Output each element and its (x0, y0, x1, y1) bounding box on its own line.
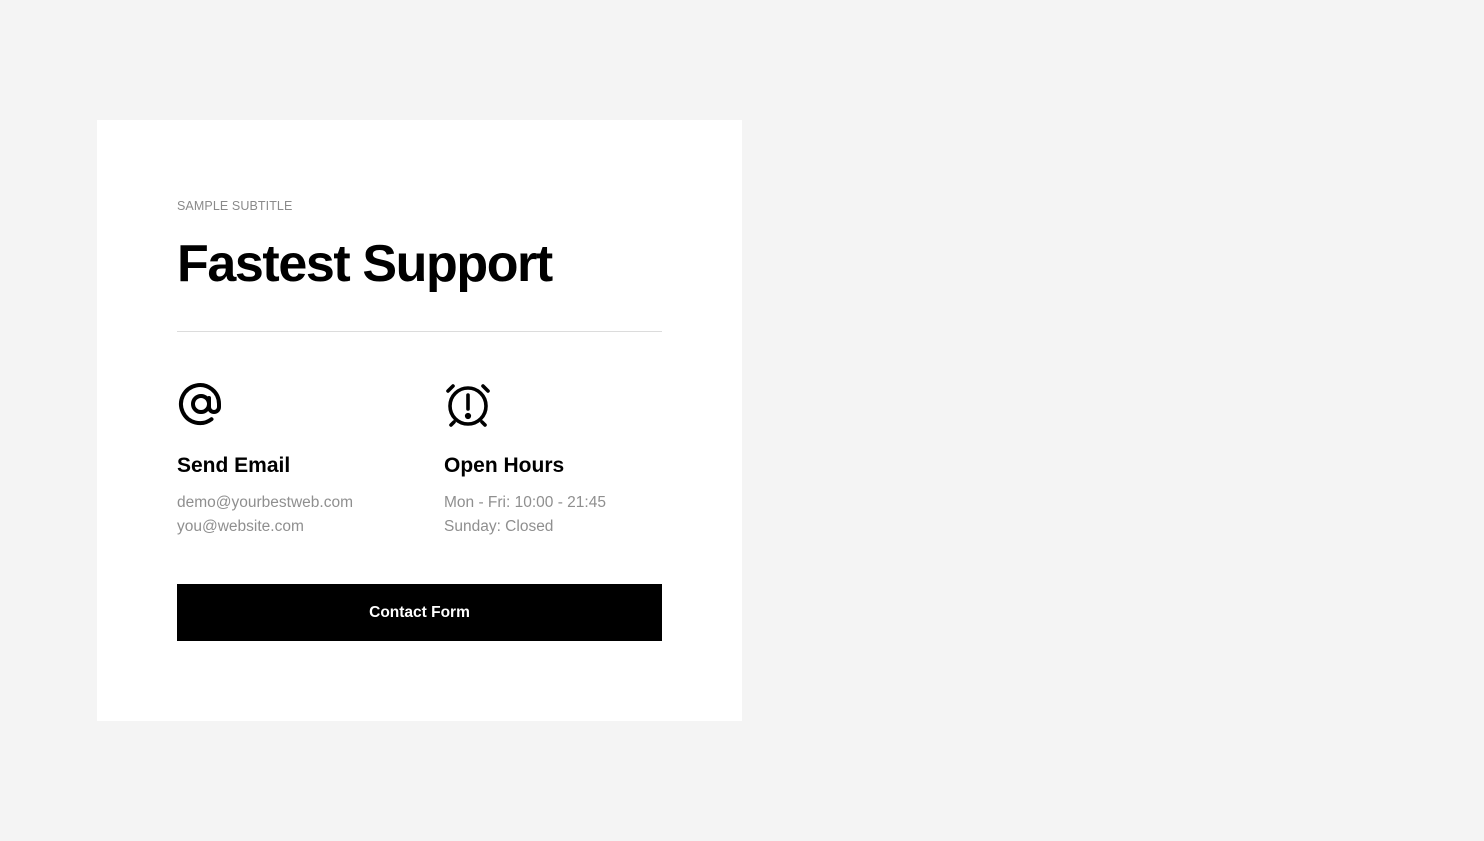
page: SAMPLE SUBTITLE Fastest Support Send Ema… (0, 0, 1484, 841)
hours-list: Mon - Fri: 10:00 - 21:45 Sunday: Closed (444, 491, 606, 539)
support-card: SAMPLE SUBTITLE Fastest Support Send Ema… (97, 120, 742, 721)
send-email-block: Send Email demo@yourbestweb.com you@webs… (177, 381, 397, 535)
open-hours-heading: Open Hours (444, 454, 565, 477)
open-hours-block: Open Hours Mon - Fri: 10:00 - 21:45 Sund… (444, 381, 664, 535)
send-email-heading: Send Email (177, 454, 291, 477)
at-icon (179, 383, 221, 426)
email-list: demo@yourbestweb.com you@website.com (177, 491, 353, 539)
card-subtitle: SAMPLE SUBTITLE (177, 199, 293, 213)
hours-line: Mon - Fri: 10:00 - 21:45 (444, 494, 606, 511)
email-address: demo@yourbestweb.com (177, 494, 353, 511)
email-address: you@website.com (177, 518, 304, 535)
contact-form-button[interactable]: Contact Form (177, 584, 662, 641)
hours-line: Sunday: Closed (444, 518, 554, 535)
card-title: Fastest Support (177, 235, 553, 293)
divider (177, 331, 662, 332)
alarm-clock-alert-icon (446, 384, 490, 427)
